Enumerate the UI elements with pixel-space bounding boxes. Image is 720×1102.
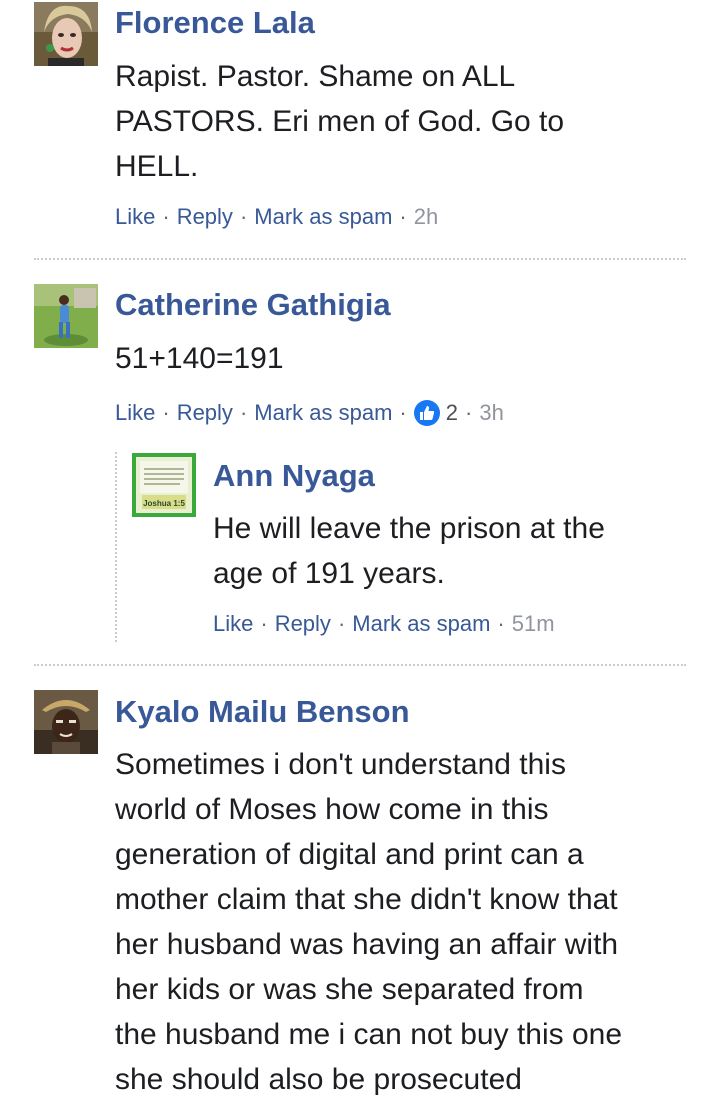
avatar[interactable] [34, 284, 98, 348]
separator: · [399, 400, 407, 425]
separator: · [399, 204, 407, 229]
mark-as-spam-link[interactable]: Mark as spam [352, 609, 490, 639]
comment-author[interactable]: Florence Lala [115, 5, 315, 41]
separator: · [239, 204, 248, 229]
separator: · [162, 204, 170, 229]
separator: · [162, 400, 170, 425]
reply-actions: Like · Reply · Mark as spam · 51m [213, 609, 555, 639]
mark-as-spam-link[interactable]: Mark as spam [254, 398, 392, 428]
comment-timestamp[interactable]: 2h [414, 202, 438, 232]
reply-thread-line [115, 452, 117, 642]
like-link[interactable]: Like [115, 398, 155, 428]
like-link[interactable]: Like [213, 609, 253, 639]
reply-text: He will leave the prison at the age of 1… [213, 512, 605, 590]
comment-kyalo-mailu-benson: Kyalo Mailu Benson Sometimes i don't und… [0, 666, 720, 1100]
comment-actions: Like · Reply · Mark as spam · 2 · 3h [115, 398, 504, 428]
separator: · [239, 400, 248, 425]
separator: · [465, 400, 473, 425]
comment-author[interactable]: Catherine Gathigia [115, 287, 391, 323]
comment-text: 51+140=191 [115, 342, 284, 375]
reply-link[interactable]: Reply [275, 609, 331, 639]
reply-author[interactable]: Ann Nyaga [213, 458, 375, 494]
avatar[interactable] [34, 2, 98, 66]
mark-as-spam-link[interactable]: Mark as spam [254, 202, 392, 232]
comment-florence-lala: Florence Lala Rapist. Pastor. Shame on A… [0, 0, 720, 260]
avatar[interactable]: Joshua 1:5 [132, 453, 196, 517]
reaction-count[interactable]: 2 [446, 398, 458, 428]
reply-timestamp[interactable]: 51m [512, 609, 555, 639]
comment-text: Rapist. Pastor. Shame on ALL PASTORS. Er… [115, 60, 565, 183]
reply-link[interactable]: Reply [177, 398, 233, 428]
separator: · [260, 611, 268, 636]
thumbs-up-icon[interactable] [413, 400, 440, 426]
comment-author[interactable]: Kyalo Mailu Benson [115, 694, 410, 730]
reply-link[interactable]: Reply [177, 202, 233, 232]
comment-catherine-gathigia: Catherine Gathigia 51+140=191 Like · Rep… [0, 260, 720, 665]
like-link[interactable]: Like [115, 202, 155, 232]
comment-text: Sometimes i don't understand this world … [115, 748, 623, 1096]
avatar[interactable] [34, 690, 98, 754]
comment-actions: Like · Reply · Mark as spam · 2h [115, 202, 438, 232]
separator: · [337, 611, 346, 636]
comment-timestamp[interactable]: 3h [479, 398, 503, 428]
separator: · [497, 611, 505, 636]
avatar-caption: Joshua 1:5 [143, 499, 185, 508]
